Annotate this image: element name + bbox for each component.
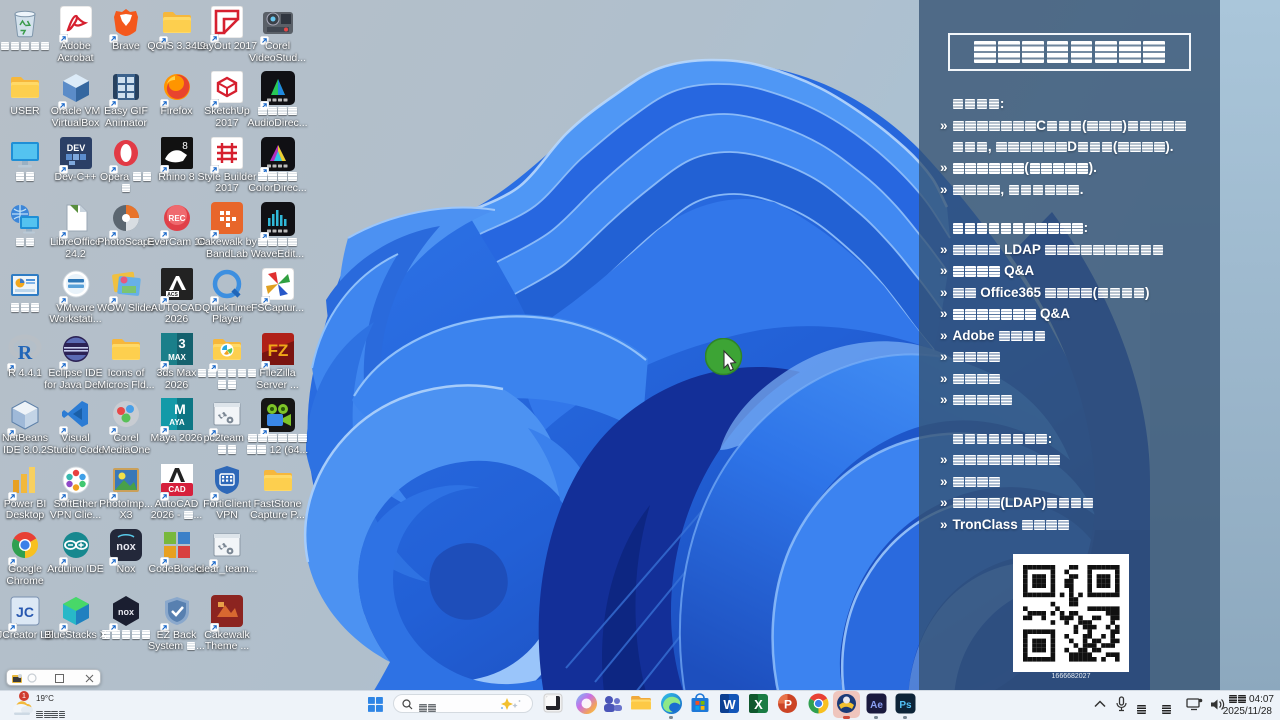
svg-text:Ae: Ae	[870, 700, 883, 711]
svg-text:M: M	[174, 401, 186, 417]
svg-text:FZ: FZ	[267, 341, 288, 360]
svg-text:nox: nox	[118, 607, 134, 617]
svg-text:3: 3	[178, 336, 185, 351]
svg-text:REC: REC	[168, 214, 185, 223]
svg-text:CAD: CAD	[168, 485, 186, 494]
svg-text:8: 8	[182, 141, 188, 152]
svg-text:MAX: MAX	[168, 353, 186, 362]
svg-text:DEV: DEV	[66, 143, 85, 153]
svg-text:R: R	[18, 342, 33, 364]
svg-text:nox: nox	[116, 541, 136, 553]
svg-text:W: W	[723, 697, 736, 712]
svg-text:P: P	[783, 697, 791, 711]
svg-text:AYA: AYA	[169, 418, 185, 427]
svg-text:Ps: Ps	[899, 700, 912, 711]
svg-text:X: X	[754, 697, 763, 712]
svg-text:JC: JC	[16, 604, 34, 620]
